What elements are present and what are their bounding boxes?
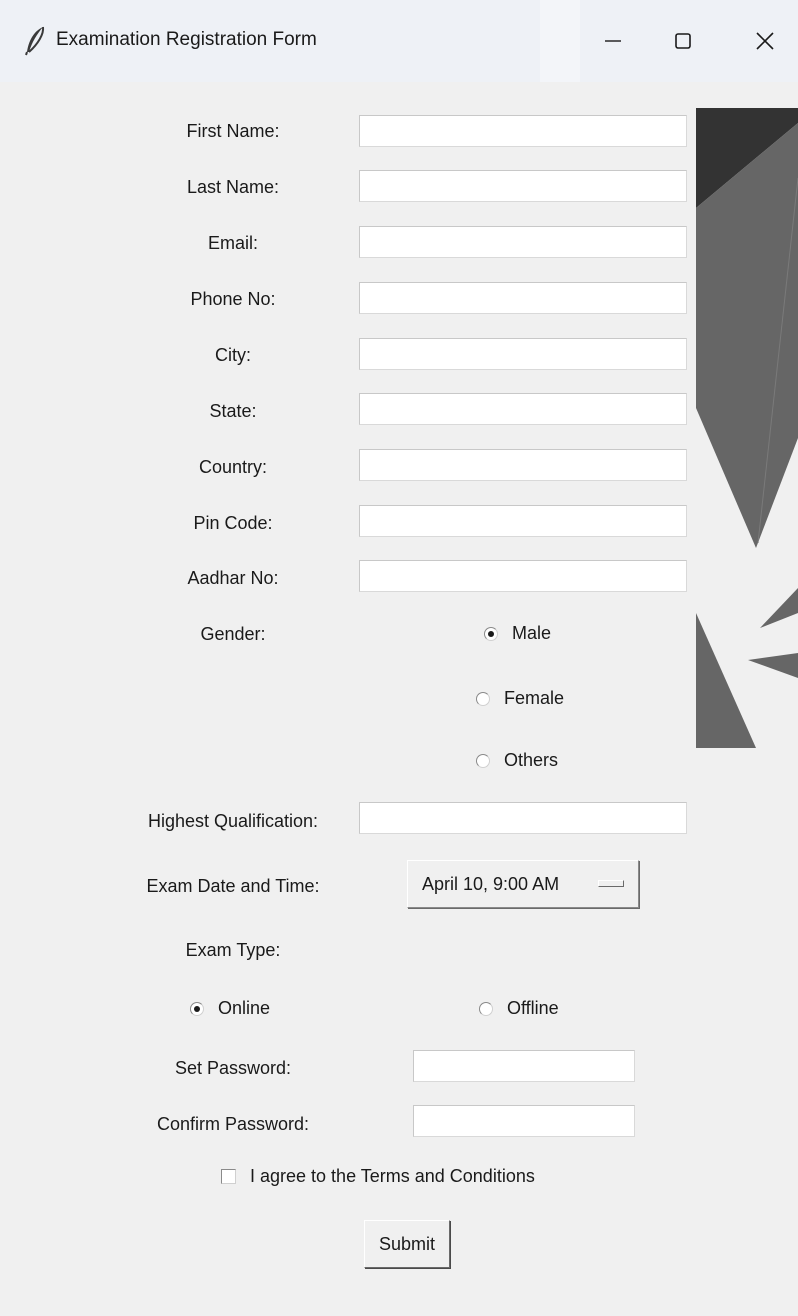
qualification-label: Highest Qualification: bbox=[147, 811, 319, 831]
gender-option-label: Male bbox=[512, 623, 552, 643]
city-label: City: bbox=[215, 345, 251, 365]
exam-type-radio-online[interactable]: Online bbox=[190, 998, 270, 1019]
first-name-input[interactable] bbox=[359, 115, 687, 147]
first-name-label: First Name: bbox=[186, 121, 280, 141]
radio-indicator bbox=[190, 1001, 204, 1016]
minimize-button[interactable] bbox=[590, 18, 636, 64]
last-name-input[interactable] bbox=[359, 170, 687, 202]
exam-datetime-value: April 10, 9:00 AM bbox=[422, 873, 560, 894]
qualification-input[interactable] bbox=[359, 802, 687, 834]
submit-button[interactable]: Submit bbox=[364, 1220, 450, 1268]
minimize-icon bbox=[605, 40, 621, 42]
checkbox-indicator bbox=[221, 1169, 236, 1184]
dropdown-indicator-icon bbox=[598, 880, 624, 887]
maximize-button[interactable] bbox=[660, 18, 706, 64]
radio-indicator bbox=[476, 753, 490, 768]
feather-icon bbox=[25, 26, 45, 56]
exam-type-option-label: Online bbox=[218, 998, 271, 1018]
exam-type-label: Exam Type: bbox=[185, 940, 281, 960]
exam-type-radio-offline[interactable]: Offline bbox=[479, 998, 559, 1019]
title-bar-shade bbox=[540, 0, 580, 82]
state-input[interactable] bbox=[359, 393, 687, 425]
radio-indicator bbox=[479, 1001, 493, 1016]
confirm-password-input[interactable] bbox=[413, 1105, 635, 1137]
aadhar-input[interactable] bbox=[359, 560, 687, 592]
gender-radio-others[interactable]: Others bbox=[476, 750, 558, 771]
state-label: State: bbox=[209, 401, 257, 421]
confirm-password-label: Confirm Password: bbox=[156, 1114, 310, 1134]
title-bar[interactable]: Examination Registration Form bbox=[0, 0, 798, 82]
phone-label: Phone No: bbox=[190, 289, 276, 309]
close-button[interactable] bbox=[742, 18, 788, 64]
aadhar-label: Aadhar No: bbox=[187, 568, 279, 588]
set-password-label: Set Password: bbox=[174, 1058, 292, 1078]
city-input[interactable] bbox=[359, 338, 687, 370]
exam-datetime-dropdown[interactable]: April 10, 9:00 AM bbox=[407, 860, 639, 908]
set-password-input[interactable] bbox=[413, 1050, 635, 1082]
background-decoration bbox=[696, 108, 798, 748]
gender-option-label: Others bbox=[504, 750, 559, 770]
country-input[interactable] bbox=[359, 449, 687, 481]
terms-label: I agree to the Terms and Conditions bbox=[250, 1166, 535, 1186]
country-label: Country: bbox=[198, 457, 268, 477]
gender-radio-female[interactable]: Female bbox=[476, 688, 564, 709]
terms-checkbox[interactable]: I agree to the Terms and Conditions bbox=[221, 1166, 535, 1187]
exam-type-option-label: Offline bbox=[507, 998, 559, 1018]
radio-indicator bbox=[476, 691, 490, 706]
last-name-label: Last Name: bbox=[186, 177, 280, 197]
gender-option-label: Female bbox=[504, 688, 565, 708]
email-label: Email: bbox=[207, 233, 259, 253]
email-input[interactable] bbox=[359, 226, 687, 258]
close-icon bbox=[756, 32, 774, 50]
maximize-icon bbox=[675, 33, 691, 49]
radio-indicator bbox=[484, 626, 498, 641]
gender-radio-male[interactable]: Male bbox=[484, 623, 551, 644]
window-title: Examination Registration Form bbox=[56, 29, 317, 50]
pin-code-label: Pin Code: bbox=[193, 513, 273, 533]
pin-code-input[interactable] bbox=[359, 505, 687, 537]
phone-input[interactable] bbox=[359, 282, 687, 314]
exam-datetime-label: Exam Date and Time: bbox=[146, 876, 320, 896]
gender-label: Gender: bbox=[200, 624, 266, 644]
